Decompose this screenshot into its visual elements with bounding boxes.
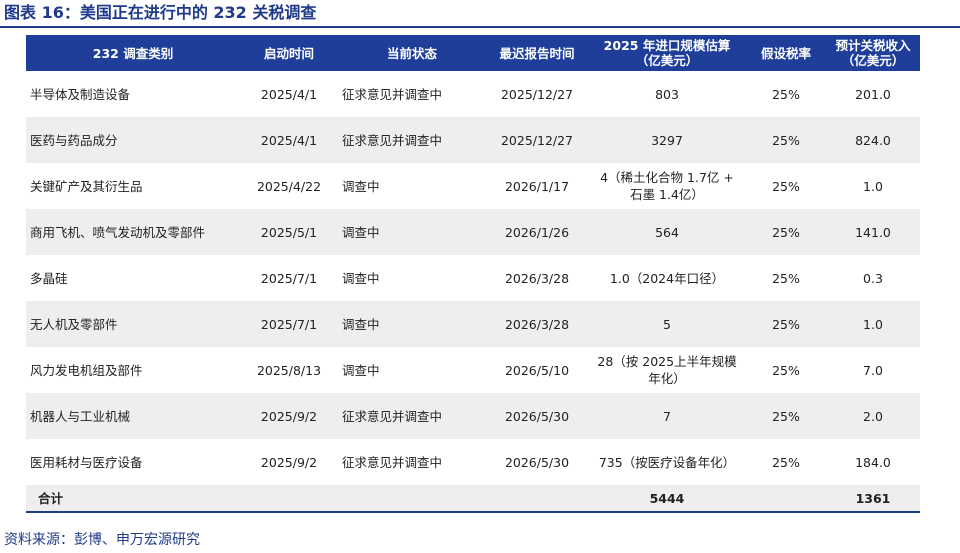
table-row: 关键矿产及其衍生品 2025/4/22 调查中 2026/1/17 4（稀土化合… (26, 163, 920, 209)
cell-tariff-revenue: 1.0 (863, 178, 883, 194)
cell-start-date: 2025/4/1 (240, 117, 338, 163)
cell-start-date: 2025/5/1 (240, 209, 338, 255)
header-report-deadline: 最迟报告时间 (486, 35, 588, 71)
cell-tariff-rate: 25% (772, 86, 800, 102)
table-row: 医用耗材与医疗设备 2025/9/2 征求意见并调查中 2026/5/30 73… (26, 439, 920, 485)
cell-status: 调查中 (342, 178, 380, 194)
cell-category: 无人机及零部件 (26, 301, 240, 347)
total-empty-cell (338, 485, 486, 513)
title-divider (0, 26, 960, 28)
cell-start-date: 2025/7/1 (240, 301, 338, 347)
cell-import-estimate: 1.0（2024年口径） (609, 270, 725, 286)
total-label: 合计 (26, 485, 240, 513)
cell-tariff-rate: 25% (746, 209, 826, 255)
table-row: 多晶硅 2025/7/1 调查中 2026/3/28 1.0（2024年口径） … (26, 255, 920, 301)
cell-report-deadline: 2026/3/28 (486, 301, 588, 347)
cell-status: 调查中 (338, 301, 486, 347)
header-status: 当前状态 (338, 35, 486, 71)
cell-start-date: 2025/9/2 (240, 393, 338, 439)
total-empty-cell (486, 485, 588, 513)
table-row: 商用飞机、喷气发动机及零部件 2025/5/1 调查中 2026/1/26 56… (26, 209, 920, 255)
cell-tariff-revenue: 0.3 (863, 270, 883, 286)
cell-tariff-rate: 25% (746, 117, 826, 163)
cell-status: 征求意见并调查中 (338, 393, 486, 439)
cell-report-deadline: 2025/12/27 (486, 117, 588, 163)
cell-status: 征求意见并调查中 (342, 454, 443, 470)
cell-start-date: 2025/4/22 (256, 178, 322, 194)
total-row: 合计 5444 1361 (26, 485, 920, 513)
cell-category: 医药与药品成分 (26, 117, 240, 163)
cell-tariff-revenue: 824.0 (826, 117, 920, 163)
cell-tariff-revenue: 184.0 (855, 454, 891, 470)
cell-category: 半导体及制造设备 (30, 86, 131, 102)
source-note: 资料来源：彭博、申万宏源研究 (4, 532, 200, 548)
header-tariff-rate: 假设税率 (746, 35, 826, 71)
cell-status: 征求意见并调查中 (338, 117, 486, 163)
header-import-estimate: 2025 年进口规模估算（亿美元） (588, 35, 746, 71)
cell-category: 机器人与工业机械 (26, 393, 240, 439)
cell-category: 医用耗材与医疗设备 (30, 454, 143, 470)
figure-title: 图表 16：美国正在进行中的 232 关税调查 (4, 3, 317, 22)
cell-import-estimate: 4（稀土化合物 1.7亿 + 石墨 1.4亿） (600, 170, 734, 202)
cell-status: 调查中 (342, 270, 380, 286)
cell-tariff-rate: 25% (772, 178, 800, 194)
cell-start-date: 2025/9/2 (260, 454, 318, 470)
cell-import-estimate: 5 (588, 301, 746, 347)
cell-category: 商用飞机、喷气发动机及零部件 (26, 209, 240, 255)
table-row: 风力发电机组及部件 2025/8/13 调查中 2026/5/10 28（按 2… (26, 347, 920, 393)
cell-import-estimate: 7 (588, 393, 746, 439)
cell-start-date: 2025/4/1 (260, 86, 318, 102)
table-header-row: 232 调查类别 启动时间 当前状态 最迟报告时间 2025 年进口规模估算（亿… (26, 35, 920, 71)
cell-report-deadline: 2026/5/10 (504, 362, 570, 378)
cell-report-deadline: 2026/5/30 (504, 454, 570, 470)
cell-tariff-revenue: 2.0 (826, 393, 920, 439)
total-tariff-revenue: 1361 (826, 485, 920, 513)
header-category: 232 调查类别 (26, 35, 240, 71)
total-empty-cell (746, 485, 826, 513)
cell-tariff-revenue: 1.0 (826, 301, 920, 347)
cell-report-deadline: 2026/5/30 (486, 393, 588, 439)
cell-tariff-rate: 25% (746, 301, 826, 347)
cell-category: 多晶硅 (30, 270, 68, 286)
cell-tariff-rate: 25% (772, 270, 800, 286)
cell-report-deadline: 2026/1/26 (486, 209, 588, 255)
cell-import-estimate: 3297 (588, 117, 746, 163)
cell-import-estimate: 803 (655, 86, 679, 102)
cell-import-estimate: 28（按 2025上半年规模年化） (597, 354, 737, 386)
cell-report-deadline: 2026/1/17 (504, 178, 570, 194)
total-import-estimate: 5444 (588, 485, 746, 513)
total-empty-cell (240, 485, 338, 513)
cell-import-estimate: 564 (588, 209, 746, 255)
cell-start-date: 2025/7/1 (260, 270, 318, 286)
cell-tariff-revenue: 201.0 (855, 86, 891, 102)
cell-status: 调查中 (338, 209, 486, 255)
cell-import-estimate: 735（按医疗设备年化） (598, 454, 736, 470)
cell-start-date: 2025/8/13 (256, 362, 322, 378)
cell-status: 调查中 (342, 362, 380, 378)
tariff-investigation-table: 232 调查类别 启动时间 当前状态 最迟报告时间 2025 年进口规模估算（亿… (26, 35, 920, 513)
cell-tariff-revenue: 141.0 (826, 209, 920, 255)
cell-tariff-rate: 25% (772, 362, 800, 378)
table-row: 无人机及零部件 2025/7/1 调查中 2026/3/28 5 25% 1.0 (26, 301, 920, 347)
header-tariff-revenue: 预计关税收入（亿美元） (826, 35, 920, 71)
header-start-date: 启动时间 (240, 35, 338, 71)
cell-tariff-rate: 25% (772, 454, 800, 470)
cell-tariff-rate: 25% (746, 393, 826, 439)
cell-category: 关键矿产及其衍生品 (30, 178, 143, 194)
table-row: 半导体及制造设备 2025/4/1 征求意见并调查中 2025/12/27 80… (26, 71, 920, 117)
table-row: 机器人与工业机械 2025/9/2 征求意见并调查中 2026/5/30 7 2… (26, 393, 920, 439)
cell-status: 征求意见并调查中 (342, 86, 443, 102)
cell-tariff-revenue: 7.0 (863, 362, 883, 378)
cell-report-deadline: 2025/12/27 (500, 86, 574, 102)
cell-category: 风力发电机组及部件 (30, 362, 143, 378)
cell-report-deadline: 2026/3/28 (504, 270, 570, 286)
table-row: 医药与药品成分 2025/4/1 征求意见并调查中 2025/12/27 329… (26, 117, 920, 163)
